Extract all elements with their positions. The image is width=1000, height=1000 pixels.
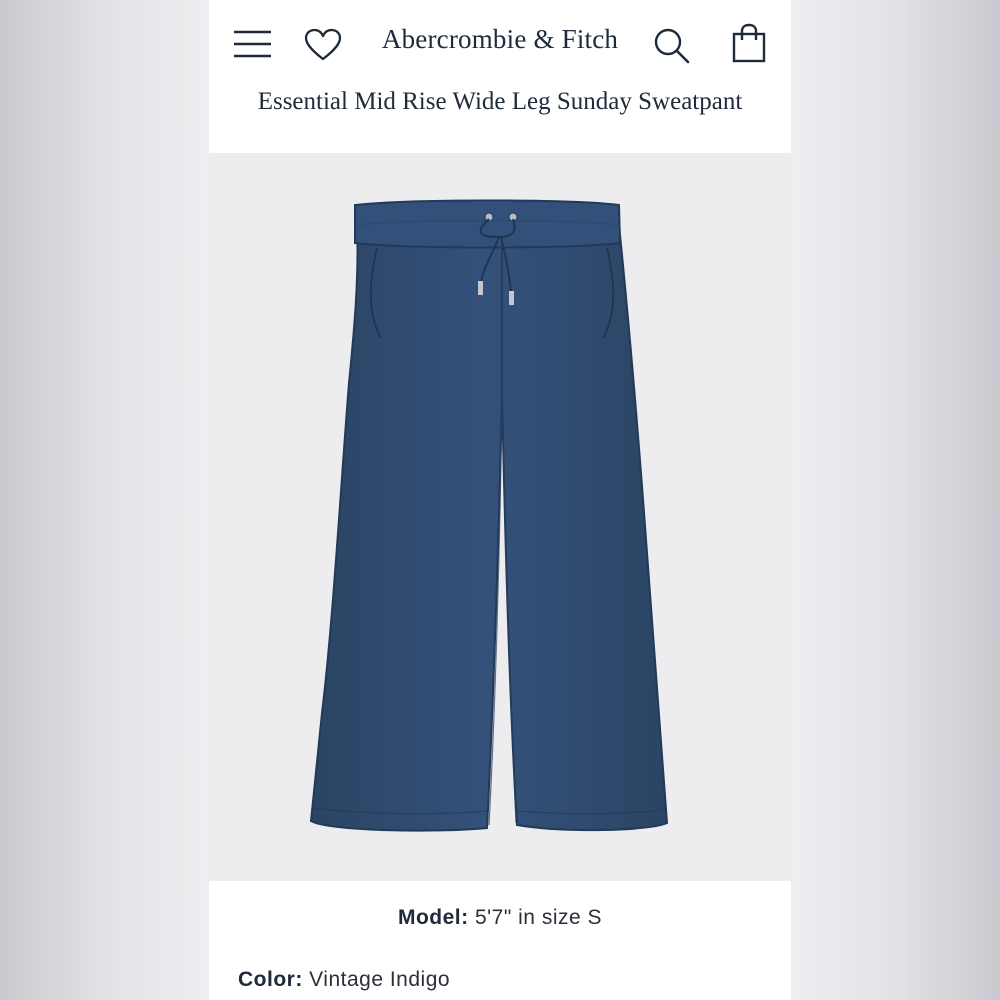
color-info: Color: Vintage Indigo [238,968,450,992]
search-icon[interactable] [653,27,691,65]
color-value: Vintage Indigo [309,968,451,991]
sweatpant-illustration [309,199,669,832]
heart-icon[interactable] [304,28,342,62]
brand-logo[interactable]: Abercrombie & Fitch [359,24,641,55]
color-label: Color: [238,968,303,991]
backdrop-right [791,0,1000,1000]
model-label: Model: [397,906,469,929]
product-image[interactable] [209,153,791,881]
hamburger-menu-icon[interactable] [233,28,273,60]
model-value: 5'7" in size S [474,906,603,929]
model-info: Model: 5'7" in size S [209,906,791,930]
shopping-bag-icon[interactable] [731,22,767,64]
mobile-page: Abercrombie & Fitch Essential Mid Rise W… [209,0,791,1000]
product-title: Essential Mid Rise Wide Leg Sunday Sweat… [257,88,743,115]
site-header: Abercrombie & Fitch Essential Mid Rise W… [209,0,791,152]
backdrop-left [0,0,209,1000]
